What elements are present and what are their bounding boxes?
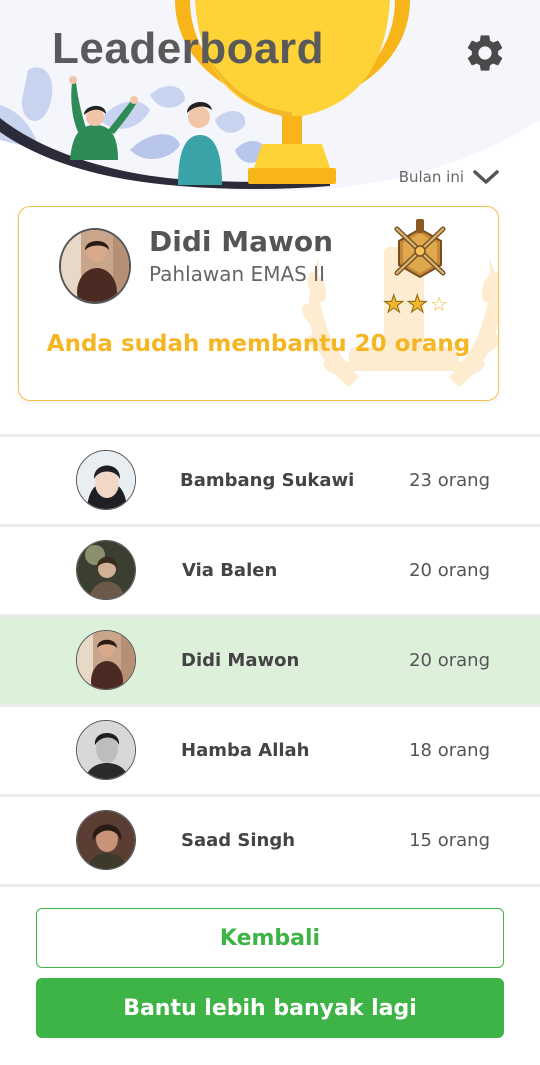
list-item[interactable]: Bambang Sukawi 23 orang <box>0 434 540 524</box>
back-button[interactable]: Kembali <box>36 908 504 968</box>
row-count: 20 orang <box>409 560 490 581</box>
period-label: Bulan ini <box>398 168 464 186</box>
row-count: 18 orang <box>409 740 490 761</box>
row-count: 15 orang <box>409 830 490 851</box>
row-count: 20 orang <box>409 650 490 671</box>
settings-button[interactable] <box>460 28 510 78</box>
profile-name: Didi Mawon <box>149 225 334 258</box>
gear-icon <box>467 35 503 71</box>
crossed-swords-badge-icon <box>394 219 446 279</box>
avatar <box>76 450 136 510</box>
avatar <box>76 540 136 600</box>
list-item[interactable]: Saad Singh 15 orang <box>0 794 540 884</box>
avatar <box>76 810 136 870</box>
profile-card: Didi Mawon Pahlawan EMAS II ★ ★ ☆ Anda s… <box>18 206 499 401</box>
list-divider <box>0 884 540 887</box>
star-filled-icon: ★ <box>406 291 429 318</box>
list-item-current-user[interactable]: Didi Mawon 20 orang <box>0 614 540 704</box>
avatar <box>76 630 136 690</box>
row-count: 23 orang <box>409 470 490 491</box>
row-name: Hamba Allah <box>181 740 310 761</box>
rank-stars: ★ ★ ☆ <box>383 291 448 318</box>
leaderboard-page: Leaderboard Bulan ini Didi Mawon Pahlawa… <box>0 0 540 1065</box>
list-item[interactable]: Hamba Allah 18 orang <box>0 704 540 794</box>
row-name: Bambang Sukawi <box>180 470 355 491</box>
header: Leaderboard <box>0 0 540 195</box>
page-title: Leaderboard <box>52 24 325 73</box>
help-more-button[interactable]: Bantu lebih banyak lagi <box>36 978 504 1038</box>
profile-rank: Pahlawan EMAS II <box>149 262 325 286</box>
row-name: Via Balen <box>182 560 278 581</box>
leaderboard-list: Bambang Sukawi 23 orang Via Balen 20 ora… <box>0 434 540 887</box>
help-count-text: Anda sudah membantu 20 orang <box>46 331 471 357</box>
star-filled-icon: ★ <box>383 291 405 318</box>
row-name: Saad Singh <box>181 830 296 851</box>
star-empty-icon: ☆ <box>430 294 448 316</box>
row-name: Didi Mawon <box>181 650 300 671</box>
avatar <box>76 720 136 780</box>
list-item[interactable]: Via Balen 20 orang <box>0 524 540 614</box>
profile-avatar <box>59 228 131 304</box>
chevron-down-icon <box>473 170 499 184</box>
period-selector[interactable]: Bulan ini <box>399 168 500 186</box>
